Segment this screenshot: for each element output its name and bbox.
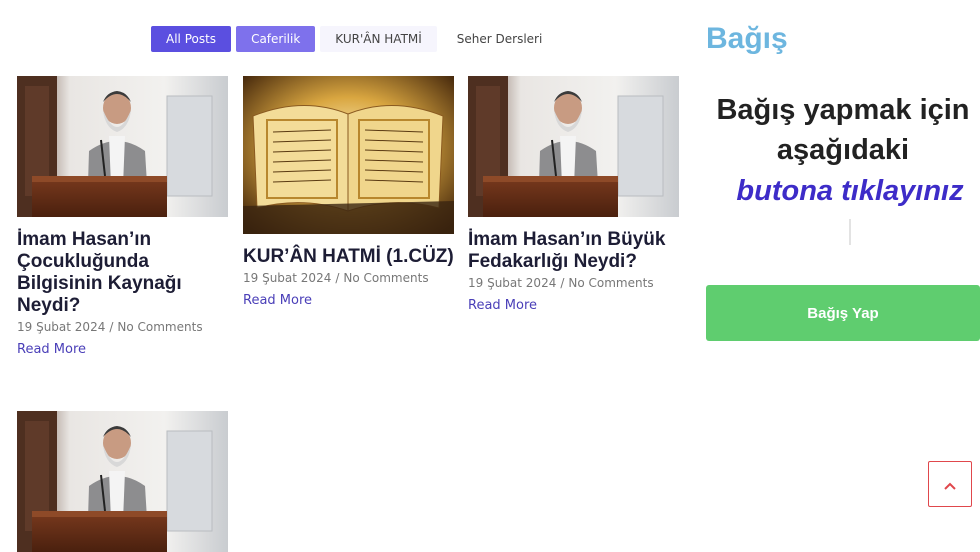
divider bbox=[849, 219, 851, 245]
read-more-link[interactable]: Read More bbox=[243, 293, 312, 308]
post-thumbnail-speaker[interactable] bbox=[468, 76, 679, 217]
post-title[interactable]: KUR’ÂN HATMİ (1.CÜZ) bbox=[243, 246, 454, 268]
post-date: 19 Şubat 2024 bbox=[243, 271, 332, 285]
post-date: 19 Şubat 2024 bbox=[17, 320, 106, 334]
chevron-up-icon bbox=[944, 475, 956, 494]
post-card bbox=[17, 411, 228, 552]
sidebar-emphasis: butona tıklayınız bbox=[736, 175, 964, 207]
tab-caferilik[interactable]: Caferilik bbox=[236, 26, 316, 52]
post-comments[interactable]: No Comments bbox=[343, 271, 428, 285]
read-more-link[interactable]: Read More bbox=[468, 298, 537, 313]
post-thumbnail-quran[interactable] bbox=[243, 76, 454, 234]
post-date: 19 Şubat 2024 bbox=[468, 276, 557, 290]
post-comments[interactable]: No Comments bbox=[117, 320, 202, 334]
post-title[interactable]: İmam Hasan’ın Büyük Fedakarlığı Neydi? bbox=[468, 229, 679, 273]
post-thumbnail-speaker[interactable] bbox=[17, 411, 228, 552]
post-card: İmam Hasan’ın Büyük Fedakarlığı Neydi? 1… bbox=[468, 76, 679, 313]
post-meta: 19 Şubat 2024/No Comments bbox=[243, 271, 429, 285]
post-card: İmam Hasan’ın Çocukluğunda Bilgisinin Ka… bbox=[17, 76, 228, 357]
post-meta: 19 Şubat 2024/No Comments bbox=[468, 276, 654, 290]
post-title[interactable]: İmam Hasan’ın Çocukluğunda Bilgisinin Ka… bbox=[17, 229, 228, 317]
tab-seher-dersleri[interactable]: Seher Dersleri bbox=[442, 26, 558, 52]
post-card: KUR’ÂN HATMİ (1.CÜZ) 19 Şubat 2024/No Co… bbox=[243, 76, 454, 308]
post-filter-tabs: All Posts Caferilik KUR'ÂN HATMİ Seher D… bbox=[151, 26, 557, 52]
post-meta: 19 Şubat 2024/No Comments bbox=[17, 320, 203, 334]
post-comments[interactable]: No Comments bbox=[568, 276, 653, 290]
sidebar-text: Bağış yapmak için aşağıdaki bbox=[716, 94, 970, 166]
tab-all-posts[interactable]: All Posts bbox=[151, 26, 232, 52]
post-thumbnail-speaker[interactable] bbox=[17, 76, 228, 217]
sidebar-title: Bağış bbox=[706, 22, 788, 55]
read-more-link[interactable]: Read More bbox=[17, 342, 86, 357]
scroll-to-top-button[interactable] bbox=[928, 461, 972, 507]
tab-kuran-hatmi[interactable]: KUR'ÂN HATMİ bbox=[320, 26, 437, 52]
donate-button[interactable]: Bağış Yap bbox=[706, 285, 980, 341]
